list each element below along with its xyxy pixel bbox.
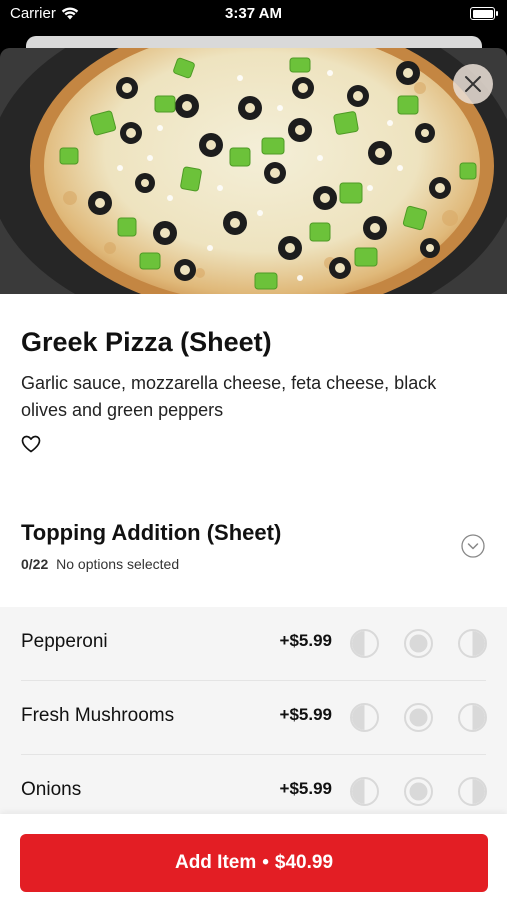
whole-icon[interactable]	[404, 703, 433, 732]
left-half-icon[interactable]	[350, 777, 379, 806]
right-half-icon[interactable]	[458, 703, 487, 732]
option-name: Onions	[21, 779, 82, 800]
add-item-total: $40.99	[274, 852, 334, 873]
battery-icon	[470, 7, 498, 20]
add-item-label: Add Item	[174, 852, 257, 873]
left-half-icon[interactable]	[350, 629, 379, 658]
status-time: 3:37 AM	[225, 5, 282, 22]
whole-icon[interactable]	[404, 777, 433, 806]
product-details: Greek Pizza (Sheet) Garlic sauce, mozzar…	[0, 294, 507, 900]
footer-bar: Add Item • $40.99	[0, 814, 507, 900]
close-button[interactable]	[453, 64, 493, 104]
selection-status: No options selected	[56, 556, 180, 572]
option-price: +$5.99	[279, 705, 332, 724]
heart-icon[interactable]	[21, 435, 41, 453]
close-icon	[465, 76, 481, 92]
right-half-icon[interactable]	[458, 777, 487, 806]
add-item-button[interactable]: Add Item • $40.99	[20, 834, 488, 892]
selection-count: 0/22	[21, 556, 49, 572]
product-description: Garlic sauce, mozzarella cheese, feta ch…	[21, 373, 437, 420]
option-name: Pepperoni	[21, 631, 108, 652]
option-price: +$5.99	[279, 779, 332, 798]
whole-icon[interactable]	[404, 629, 433, 658]
option-price: +$5.99	[279, 631, 332, 650]
product-image	[0, 48, 507, 294]
modifier-group-title: Topping Addition (Sheet)	[21, 520, 282, 545]
left-half-icon[interactable]	[350, 703, 379, 732]
modifier-group-status: 0/22 No options selected	[21, 556, 179, 572]
right-half-icon[interactable]	[458, 629, 487, 658]
option-name: Fresh Mushrooms	[21, 705, 175, 726]
chevron-down-icon[interactable]	[461, 534, 485, 558]
status-bar: Carrier 3:37 AM	[0, 0, 507, 30]
option-row-fresh-mushrooms[interactable]: Fresh Mushrooms +$5.99	[0, 681, 507, 755]
option-row-pepperoni[interactable]: Pepperoni +$5.99	[0, 607, 507, 681]
pizza-illustration	[0, 48, 507, 294]
price-separator: •	[262, 852, 269, 873]
product-title: Greek Pizza (Sheet)	[21, 327, 272, 357]
